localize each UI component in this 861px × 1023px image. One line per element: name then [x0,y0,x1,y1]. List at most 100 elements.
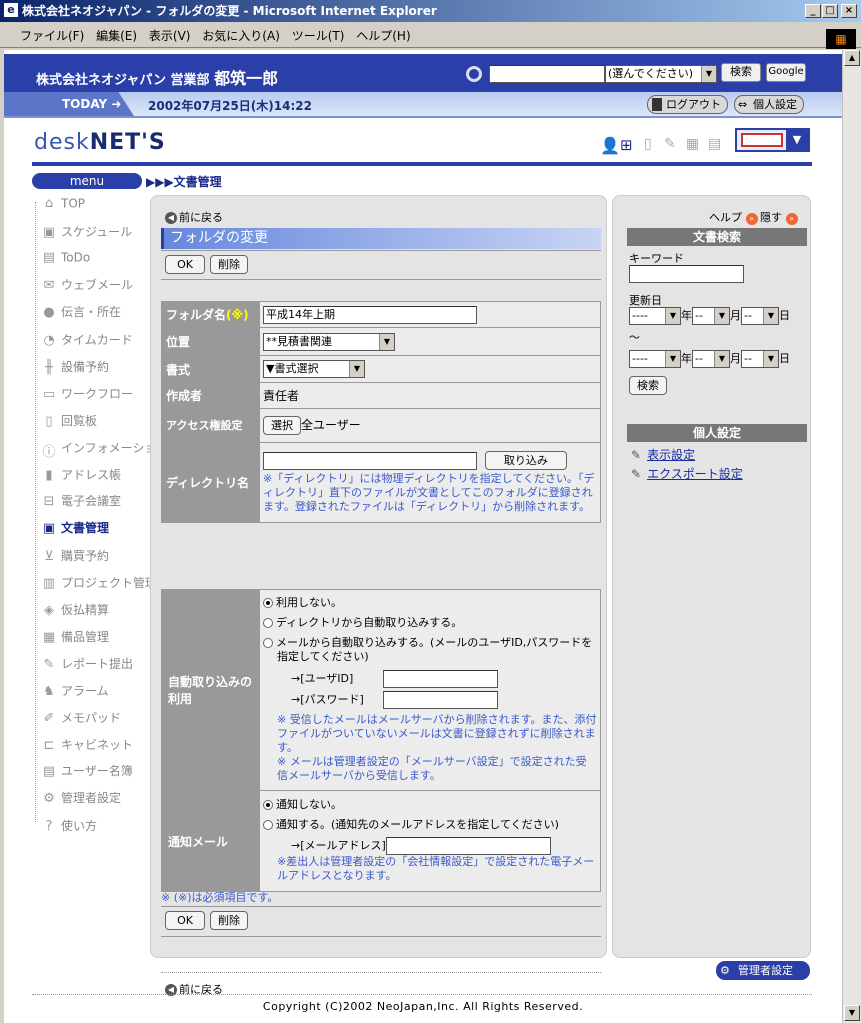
nav-item-equipment[interactable]: ▦ 備品管理 [40,628,109,646]
menu-pill[interactable]: menu [32,173,142,189]
from-month-select[interactable]: -- [692,307,730,325]
auto-opt-dir[interactable]: ディレクトリから自動取り込みする。 [263,616,597,630]
stack-icon[interactable]: ▤ [708,136,721,152]
from-day-select[interactable]: -- [741,307,779,325]
nav-item-alarm[interactable]: ♞ アラーム [40,682,108,700]
nav-item-top[interactable]: ⌂ TOP [40,196,85,212]
nav-item-circular[interactable]: ▯ 回覧板 [40,412,97,430]
location-select[interactable]: **見積書関連 [263,332,395,351]
nav-item-memo[interactable]: ✐ メモパッド [40,709,121,727]
ie-icon: e [4,3,18,17]
directory-input[interactable] [263,451,477,470]
menu-favorites[interactable]: お気に入り(A) [202,27,280,44]
to-year-select[interactable]: ---- [629,350,681,368]
notify-opt-send[interactable]: 通知する。(通知先のメールアドレスを指定してください) [263,818,597,832]
delete-button-bottom[interactable]: 削除 [210,911,248,930]
scroll-up-button[interactable]: ▲ [844,50,860,66]
mail-address-input[interactable] [385,837,551,855]
radio-dir[interactable] [263,618,273,628]
nav-item-facility[interactable]: ╫ 設備予約 [40,358,109,376]
header-search-input[interactable] [489,65,605,83]
nav-item-project[interactable]: ▥ プロジェクト管理 [40,574,157,592]
nav-item-report[interactable]: ✎ レポート提出 [40,655,133,673]
nav-item-conference[interactable]: ⊟ 電子会議室 [40,492,121,510]
help-link[interactable]: ヘルプ » [709,209,758,225]
divider [161,906,601,907]
edit-icon[interactable]: ✎ [664,136,676,152]
org-chart-icon[interactable]: ⊞ [620,136,633,154]
nav-item-timecard[interactable]: ◔ タイムカード [40,331,132,349]
header-search-button[interactable]: 検索 [721,63,761,82]
radio-notify-send[interactable] [263,820,273,830]
close-button[interactable]: × [841,4,857,18]
maximize-button[interactable]: □ [822,4,838,18]
display-settings-link[interactable]: ✎ 表示設定 [631,446,695,463]
menu-help[interactable]: ヘルプ(H) [356,27,410,44]
password-input[interactable] [383,691,498,709]
main-panel: ◀ 前に戻る フォルダの変更 OK 削除 フォルダ名(※) 平成14年上期 位置 … [150,195,607,996]
nav-item-webmail[interactable]: ✉ ウェブメール [40,276,133,294]
personal-settings-button[interactable]: ⇔ 個人設定 [734,95,804,114]
search-icon [466,66,482,82]
nav-item-howto[interactable]: ? 使い方 [40,817,97,835]
google-search-button[interactable]: Google [766,63,806,82]
export-settings-link[interactable]: ✎ エクスポート設定 [631,465,743,482]
location-label: 位置 [161,327,260,356]
auto-opt-mail[interactable]: メールから自動取り込みする。(メールのユーザID,パスワードを指定してください) [263,636,597,664]
grid-icon[interactable]: ▦ [686,136,699,152]
nav-item-label: ワークフロー [61,387,134,401]
nav-item-cabinet[interactable]: ⊏ キャビネット [40,736,133,754]
radio-none[interactable] [263,598,273,608]
export-settings-label: エクスポート設定 [647,467,743,481]
access-select-button[interactable]: 選択 [263,416,301,435]
vertical-scrollbar[interactable]: ▲ ▼ [842,50,861,1023]
nav-item-todo[interactable]: ▤ ToDo [40,250,90,266]
ok-button-bottom[interactable]: OK [165,911,205,930]
nav-item-documents[interactable]: ▣ 文書管理 [40,519,109,537]
logout-button[interactable]: ログアウト [647,95,728,114]
scroll-down-button[interactable]: ▼ [844,1005,860,1021]
hide-link[interactable]: 隠す » [760,209,798,225]
nav-item-label: ウェブメール [61,278,134,292]
doc-search-button[interactable]: 検索 [629,376,667,395]
userid-label: →[ユーザID] [291,672,354,685]
auto-opt-none[interactable]: 利用しない。 [263,596,597,610]
nav-item-admin[interactable]: ⚙ 管理者設定 [40,789,121,807]
nav-item-schedule[interactable]: ▣ スケジュール [40,223,132,241]
user-status-icon[interactable]: 👤 [600,136,620,155]
import-button[interactable]: 取り込み [484,451,567,470]
admin-icon: ⚙ [720,964,730,977]
nav-item-purchase[interactable]: ⊻ 購買予約 [40,547,109,565]
format-select[interactable]: ▼書式選択 [263,360,365,378]
menu-view[interactable]: 表示(V) [149,27,191,44]
auto-opt-mail-label: メールから自動取り込みする。(メールのユーザID,パスワードを指定してください) [276,636,593,663]
to-day-select[interactable]: -- [741,350,779,368]
doc-icon[interactable]: ▯ [644,136,652,152]
from-year-select[interactable]: ---- [629,307,681,325]
keyword-input[interactable] [629,265,744,283]
nav-item-address[interactable]: ▮ アドレス帳 [40,466,121,484]
userid-input[interactable] [383,670,498,688]
menu-file[interactable]: ファイル(F) [20,27,84,44]
notify-opt-none[interactable]: 通知しない。 [263,798,597,812]
radio-mail[interactable] [263,638,273,648]
delete-button-top[interactable]: 削除 [210,255,248,274]
to-month-select[interactable]: -- [692,350,730,368]
ok-button-top[interactable]: OK [165,255,205,274]
nav-item-directory[interactable]: ▤ ユーザー名簿 [40,762,133,780]
menu-edit[interactable]: 編集(E) [96,27,137,44]
minimize-button[interactable]: _ [805,4,821,18]
folder-name-input[interactable]: 平成14年上期 [263,305,477,324]
current-datetime: 2002年07月25日(木)14:22 [148,99,312,113]
help-icon: ? [45,818,53,834]
admin-settings-button[interactable]: ⚙ 管理者設定 [716,961,810,980]
menu-tools[interactable]: ツール(T) [292,27,345,44]
nav-item-message[interactable]: ● 伝言・所在 [40,303,121,321]
nav-item-expense[interactable]: ◈ 仮払精算 [40,601,109,619]
radio-notify-none[interactable] [263,800,273,810]
nav-item-workflow[interactable]: ▭ ワークフロー [40,385,133,403]
year-label: 年 [681,309,692,322]
portal-switch-button[interactable]: ▼ [735,128,810,152]
header-search-select[interactable]: (選んでください) [605,65,717,83]
back-link-top[interactable]: ◀ 前に戻る [165,209,223,225]
